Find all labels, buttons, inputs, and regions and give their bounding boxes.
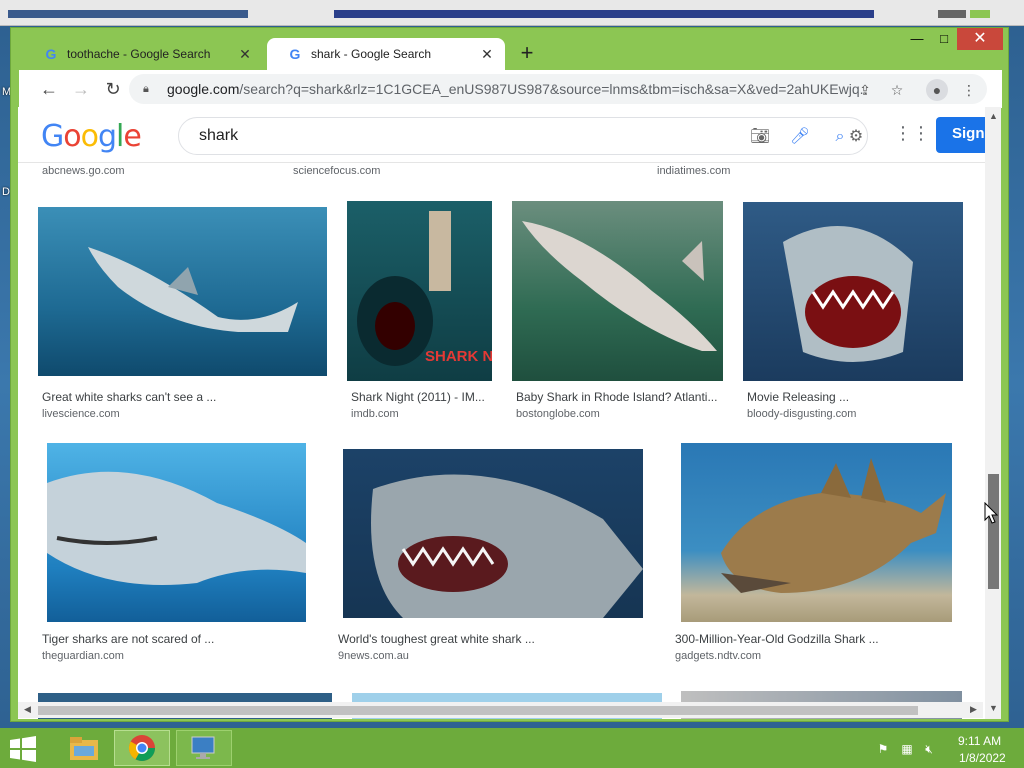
bookmark-star-icon[interactable]: ☆ bbox=[886, 79, 908, 101]
result-caption[interactable]: Tiger sharks are not scared of ... bbox=[42, 632, 214, 646]
folder-icon bbox=[70, 737, 98, 760]
shark-image bbox=[522, 221, 717, 351]
shark-image bbox=[783, 226, 913, 362]
strip-segment bbox=[938, 10, 966, 18]
tab-close-icon[interactable]: ✕ bbox=[235, 46, 255, 63]
result-source[interactable]: gadgets.ndtv.com bbox=[675, 650, 761, 662]
shark-night-poster-image: SHARK NIGHT bbox=[357, 211, 492, 366]
url-path: /search?q=shark&rlz=1C1GCEA_enUS987US987… bbox=[239, 81, 867, 97]
reload-icon[interactable]: ↻ bbox=[101, 77, 125, 101]
google-logo[interactable]: Google bbox=[41, 119, 142, 154]
network-icon[interactable]: ▦ bbox=[900, 742, 914, 756]
result-caption[interactable]: Baby Shark in Rhode Island? Atlanti... bbox=[516, 390, 717, 404]
minimize-button[interactable]: — bbox=[902, 28, 932, 50]
result-source[interactable]: bostonglobe.com bbox=[516, 408, 600, 420]
search-input[interactable]: shark 📷︎ 🎤︎ ⌕ ⚙ bbox=[178, 117, 868, 155]
new-tab-button[interactable]: + bbox=[515, 42, 539, 66]
tab-close-icon[interactable]: ✕ bbox=[477, 46, 497, 63]
google-header: Google shark 📷︎ 🎤︎ ⌕ ⚙ ⋮⋮⋮ Sign bbox=[18, 107, 996, 163]
action-center-flag-icon[interactable]: ⚑ bbox=[876, 742, 890, 756]
result-thumbnail[interactable]: SHARK NIGHT bbox=[347, 201, 492, 381]
result-source[interactable]: livescience.com bbox=[42, 408, 120, 420]
strip-segment bbox=[334, 10, 874, 18]
remote-desktop-taskbar-button[interactable] bbox=[176, 730, 232, 766]
shark-image bbox=[47, 471, 306, 585]
file-explorer-taskbar-button[interactable] bbox=[56, 730, 112, 766]
result-source[interactable]: theguardian.com bbox=[42, 650, 124, 662]
result-source[interactable]: sciencefocus.com bbox=[293, 165, 380, 177]
shark-image bbox=[88, 247, 298, 332]
desktop-icon-fragment: D bbox=[2, 186, 10, 198]
result-thumbnail[interactable] bbox=[681, 443, 952, 622]
chrome-taskbar-button[interactable] bbox=[114, 730, 170, 766]
background-window-strip bbox=[0, 0, 1024, 26]
google-favicon-icon: G bbox=[289, 46, 301, 62]
search-query: shark bbox=[199, 127, 239, 144]
result-caption[interactable]: World's toughest great white shark ... bbox=[338, 632, 535, 646]
lock-icon[interactable]: 🔒︎ bbox=[143, 83, 157, 96]
strip-segment bbox=[970, 10, 990, 18]
scroll-up-arrow-icon[interactable]: ▲ bbox=[989, 111, 998, 121]
tab-title: shark - Google Search bbox=[311, 47, 432, 61]
forward-arrow-icon[interactable]: → bbox=[69, 77, 93, 101]
clock-date[interactable]: 1/8/2022 bbox=[959, 751, 1006, 765]
share-icon[interactable]: ⇪ bbox=[854, 79, 876, 101]
windows-start-icon[interactable] bbox=[8, 736, 38, 762]
result-caption[interactable]: 300-Million-Year-Old Godzilla Shark ... bbox=[675, 632, 879, 646]
shark-image bbox=[371, 474, 643, 618]
browser-toolbar: ← → ↻ 🔒︎ google.com/search?q=shark&rlz=1… bbox=[19, 70, 1002, 108]
monitor-icon bbox=[191, 736, 215, 759]
scroll-down-arrow-icon[interactable]: ▼ bbox=[989, 703, 998, 713]
address-bar[interactable]: 🔒︎ google.com/search?q=shark&rlz=1C1GCEA… bbox=[129, 74, 987, 104]
result-source[interactable]: bloody-disgusting.com bbox=[747, 408, 856, 420]
profile-avatar-icon[interactable]: ● bbox=[926, 79, 948, 101]
horizontal-scroll-thumb[interactable] bbox=[38, 706, 918, 715]
result-thumbnail[interactable] bbox=[743, 202, 963, 381]
chrome-icon bbox=[128, 735, 156, 762]
horizontal-scrollbar[interactable]: ◀ ▶ bbox=[18, 702, 983, 718]
result-thumbnail[interactable] bbox=[47, 443, 306, 622]
maximize-button[interactable]: □ bbox=[929, 28, 959, 50]
url-domain: google.com bbox=[167, 81, 240, 97]
scroll-left-arrow-icon[interactable]: ◀ bbox=[24, 704, 31, 715]
vertical-scrollbar[interactable]: ▲ ▼ bbox=[985, 107, 1001, 719]
tab-toothache[interactable]: G toothache - Google Search ✕ bbox=[23, 38, 263, 70]
vertical-scroll-thumb[interactable] bbox=[988, 474, 999, 589]
poster-title: SHARK NIGHT bbox=[425, 348, 492, 365]
result-source[interactable]: indiatimes.com bbox=[657, 165, 730, 177]
scroll-right-arrow-icon[interactable]: ▶ bbox=[970, 704, 977, 715]
tab-strip: G toothache - Google Search ✕ G shark - … bbox=[11, 28, 1008, 70]
browser-menu-icon[interactable]: ⋮ bbox=[958, 79, 980, 101]
result-caption[interactable]: Shark Night (2011) - IM... bbox=[351, 390, 485, 404]
close-window-button[interactable]: ✕ bbox=[957, 28, 1003, 50]
result-source[interactable]: 9news.com.au bbox=[338, 650, 409, 662]
result-thumbnail[interactable] bbox=[512, 201, 723, 381]
google-images-page: Google shark 📷︎ 🎤︎ ⌕ ⚙ ⋮⋮⋮ Sign abcnews.… bbox=[18, 107, 1001, 719]
microphone-icon[interactable]: 🎤︎ bbox=[789, 126, 811, 148]
taskbar: ⚑ ▦ 🔇︎ bbox=[0, 728, 1024, 768]
godzilla-shark-image bbox=[721, 458, 946, 593]
back-arrow-icon[interactable]: ← bbox=[37, 77, 61, 101]
result-caption[interactable]: Movie Releasing ... bbox=[747, 390, 849, 404]
tab-shark[interactable]: G shark - Google Search ✕ bbox=[267, 38, 505, 70]
url-text[interactable]: google.com/search?q=shark&rlz=1C1GCEA_en… bbox=[167, 81, 867, 97]
result-thumbnail[interactable] bbox=[343, 449, 643, 618]
google-apps-grid-icon[interactable]: ⋮⋮⋮ bbox=[894, 123, 948, 143]
result-thumbnail[interactable] bbox=[38, 207, 327, 376]
camera-search-icon[interactable]: 📷︎ bbox=[749, 126, 771, 148]
result-source[interactable]: abcnews.go.com bbox=[42, 165, 125, 177]
mouse-cursor-icon bbox=[984, 502, 998, 524]
volume-muted-icon[interactable]: 🔇︎ bbox=[922, 742, 936, 756]
tab-title: toothache - Google Search bbox=[67, 47, 211, 61]
strip-segment bbox=[8, 10, 248, 18]
clock-time[interactable]: 9:11 AM bbox=[958, 734, 1001, 748]
result-caption[interactable]: Great white sharks can't see a ... bbox=[42, 390, 216, 404]
google-favicon-icon: G bbox=[45, 46, 57, 62]
result-source[interactable]: imdb.com bbox=[351, 408, 399, 420]
settings-gear-icon[interactable]: ⚙ bbox=[845, 126, 867, 148]
